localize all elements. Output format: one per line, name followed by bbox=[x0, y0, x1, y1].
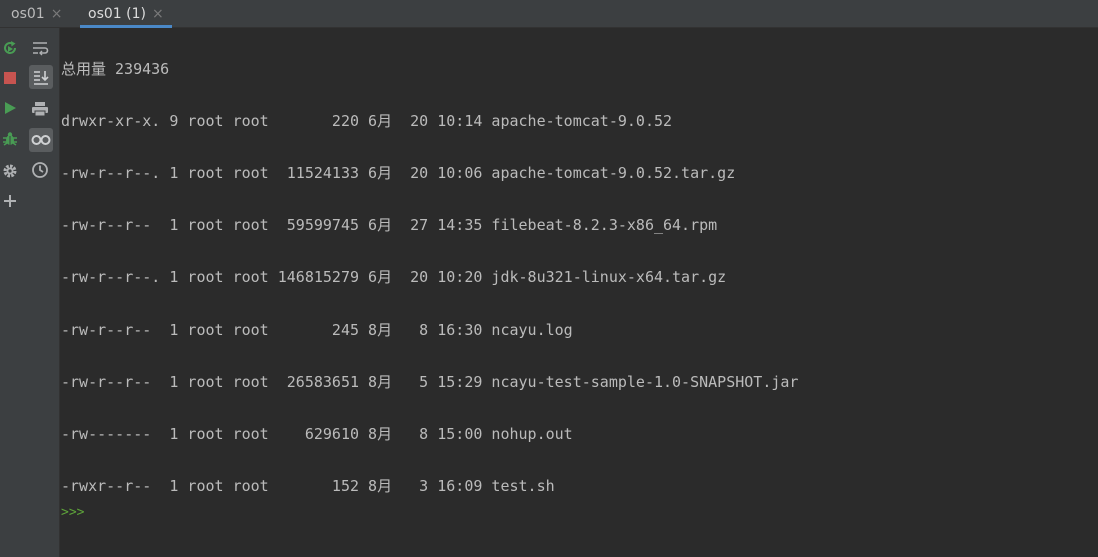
console-prompt: >>> bbox=[61, 505, 85, 520]
console-tools-toolbar bbox=[20, 28, 60, 557]
stop-icon[interactable] bbox=[0, 68, 20, 88]
tab-os01-1[interactable]: os01 (1) × bbox=[80, 0, 172, 28]
add-icon[interactable] bbox=[0, 191, 20, 211]
run-actions-toolbar bbox=[0, 28, 20, 557]
list-item: -rw-r--r-- 1 root root 245 8月 8 16:30 nc… bbox=[61, 321, 573, 339]
list-item: -rw-r--r--. 1 root root 11524133 6月 20 1… bbox=[61, 164, 736, 182]
console-output[interactable]: 总用量 239436 drwxr-xr-x. 9 root root 220 6… bbox=[60, 28, 1098, 557]
tab-bar: os01 × os01 (1) × bbox=[0, 0, 1098, 28]
history-icon[interactable] bbox=[29, 159, 51, 181]
run-icon[interactable] bbox=[0, 98, 20, 118]
list-item: -rw-r--r-- 1 root root 59599745 6月 27 14… bbox=[61, 216, 718, 234]
tab-label: os01 bbox=[11, 6, 45, 22]
list-item: -rw-r--r-- 1 root root 26583651 8月 5 15:… bbox=[61, 373, 799, 391]
tab-label: os01 (1) bbox=[88, 6, 146, 22]
tab-os01[interactable]: os01 × bbox=[11, 0, 62, 28]
print-icon[interactable] bbox=[29, 98, 51, 120]
total-usage-line: 总用量 239436 bbox=[61, 60, 170, 78]
list-item: drwxr-xr-x. 9 root root 220 6月 20 10:14 … bbox=[61, 112, 673, 130]
tab-close-icon[interactable]: × bbox=[152, 6, 164, 22]
soft-wrap-icon[interactable] bbox=[29, 37, 51, 59]
debug-icon[interactable] bbox=[0, 129, 20, 149]
list-item: -rw-r--r--. 1 root root 146815279 6月 20 … bbox=[61, 268, 727, 286]
scroll-to-end-icon[interactable] bbox=[29, 65, 53, 89]
list-item: -rw------- 1 root root 629610 8月 8 15:00… bbox=[61, 425, 573, 443]
settings-icon[interactable] bbox=[0, 161, 20, 181]
view-icon[interactable] bbox=[29, 128, 53, 152]
tab-close-icon[interactable]: × bbox=[51, 6, 63, 22]
rerun-icon[interactable] bbox=[0, 38, 20, 58]
list-item: -rwxr--r-- 1 root root 152 8月 3 16:09 te… bbox=[61, 477, 555, 495]
